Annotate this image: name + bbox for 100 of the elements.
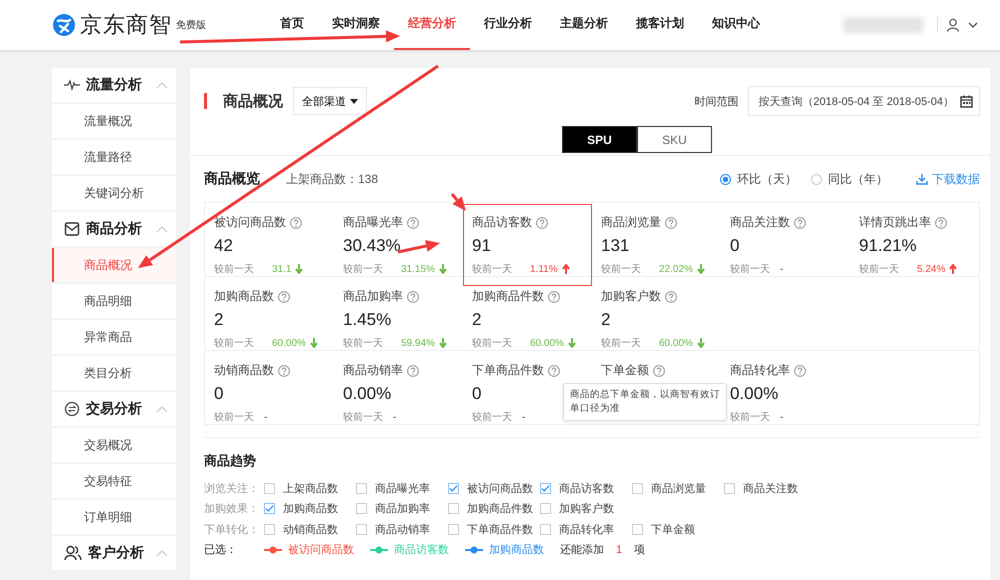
metric-checkbox[interactable]: 加购客户数	[540, 501, 632, 516]
sidebar-item[interactable]: 订单明细	[52, 500, 176, 534]
metric-checkbox[interactable]: 加购商品数	[264, 501, 356, 516]
sidebar-section-header[interactable]: 流量分析	[52, 68, 176, 102]
sidebar-item[interactable]: 关键词分析	[52, 176, 176, 210]
checkbox[interactable]	[540, 503, 551, 514]
metric-checkbox[interactable]: 商品访客数	[540, 480, 632, 496]
metric-label: 加购客户数	[601, 288, 661, 305]
metric-value: 131	[601, 236, 630, 256]
metric-checkbox[interactable]: 商品浏览量	[632, 480, 724, 496]
checkbox[interactable]	[264, 503, 275, 514]
change-value: 31.15%	[401, 264, 435, 274]
compare-label: 较前一天	[601, 336, 641, 350]
metric-checkbox[interactable]: 商品关注数	[724, 480, 816, 496]
checkbox[interactable]	[356, 482, 367, 494]
checkbox[interactable]	[356, 503, 367, 514]
sidebar-section-header[interactable]: 交易分析	[52, 392, 176, 426]
metric-checkbox[interactable]: 商品曝光率	[356, 480, 448, 496]
help-icon[interactable]	[536, 216, 548, 228]
checkbox[interactable]	[448, 503, 459, 514]
checkbox[interactable]	[448, 524, 459, 535]
change-value: -	[780, 412, 784, 422]
nav-tab[interactable]: 首页	[266, 0, 318, 50]
help-icon[interactable]	[548, 290, 560, 302]
down-arrow-icon	[438, 264, 447, 274]
help-icon[interactable]	[278, 364, 290, 376]
metric-checkbox[interactable]: 下单金额	[632, 522, 724, 537]
checkbox[interactable]	[540, 482, 551, 494]
help-icon[interactable]	[794, 364, 806, 376]
checkbox[interactable]	[264, 524, 275, 535]
help-icon[interactable]	[290, 216, 302, 228]
help-icon[interactable]	[407, 216, 419, 228]
view-toggle[interactable]: SKU	[637, 126, 712, 153]
compare-label: 较前一天	[730, 262, 770, 276]
help-icon[interactable]	[407, 290, 419, 302]
metric-checkbox[interactable]: 上架商品数	[264, 480, 356, 496]
sidebar-section-header[interactable]: 商品分析	[52, 212, 176, 246]
sidebar-item[interactable]: 异常商品	[52, 320, 176, 354]
compare-radio[interactable]: 环比（天）	[720, 170, 797, 188]
down-arrow-icon	[696, 264, 705, 274]
sidebar-item[interactable]: 类目分析	[52, 356, 176, 390]
change-value: 59.94%	[401, 338, 435, 348]
help-icon[interactable]	[935, 216, 947, 228]
checkbox[interactable]	[448, 482, 459, 494]
sidebar-item[interactable]: 商品概况	[52, 248, 176, 282]
tooltip: 商品的总下单金额，以商智有效订单口径为准	[563, 383, 727, 421]
metric-checkbox[interactable]: 动销商品数	[264, 522, 356, 537]
view-toggle[interactable]: SPU	[562, 126, 637, 153]
metric-checkbox[interactable]: 下单商品件数	[448, 522, 540, 537]
help-icon[interactable]	[665, 216, 677, 228]
help-icon[interactable]	[407, 364, 419, 376]
sidebar-item[interactable]: 商品明细	[52, 284, 176, 318]
nav-tab[interactable]: 知识中心	[698, 0, 774, 50]
metric-checkbox[interactable]: 商品加购率	[356, 501, 448, 516]
metric-checkbox[interactable]: 商品动销率	[356, 522, 448, 537]
checkbox[interactable]	[632, 482, 643, 494]
metric-value: 2	[214, 310, 224, 330]
date-range-field[interactable]: 按天查询（2018-05-04 至 2018-05-04）	[748, 86, 980, 116]
help-icon[interactable]	[794, 216, 806, 228]
exchange-icon	[64, 401, 80, 417]
nav-tab[interactable]: 揽客计划	[622, 0, 698, 50]
metric-value: 91	[472, 236, 491, 256]
user-icon[interactable]	[946, 18, 960, 32]
help-icon[interactable]	[653, 364, 665, 376]
change-value: 60.00%	[659, 338, 693, 348]
caret-up-icon	[156, 549, 168, 557]
sidebar-item[interactable]: 交易概况	[52, 428, 176, 462]
checkbox[interactable]	[632, 524, 643, 535]
metric-checkbox[interactable]: 被访问商品数	[448, 480, 540, 496]
users-icon	[64, 545, 82, 561]
sidebar-item[interactable]: 交易特征	[52, 464, 176, 498]
compare-radio[interactable]: 同比（年）	[811, 170, 888, 188]
metric-checkbox[interactable]: 商品转化率	[540, 522, 632, 537]
group-label: 加购效果：	[204, 502, 260, 516]
help-icon[interactable]	[278, 290, 290, 302]
caret-down-icon[interactable]	[968, 21, 978, 29]
nav-tab[interactable]: 行业分析	[470, 0, 546, 50]
metric-value: 0	[214, 384, 224, 404]
caret-up-icon	[156, 225, 168, 233]
listed-count: 上架商品数：138	[286, 170, 378, 188]
sidebar-item[interactable]: 流量概况	[52, 104, 176, 138]
checkbox[interactable]	[356, 524, 367, 535]
metric-checkbox[interactable]: 加购商品件数	[448, 501, 540, 516]
metric-label: 加购商品件数	[472, 288, 544, 305]
checkbox[interactable]	[724, 482, 735, 494]
channel-dropdown[interactable]: 全部渠道	[293, 87, 367, 115]
checkbox[interactable]	[264, 482, 275, 494]
compare-label: 较前一天	[214, 336, 254, 350]
sidebar-item[interactable]: 流量路径	[52, 140, 176, 174]
help-icon[interactable]	[548, 364, 560, 376]
nav-tab[interactable]: 实时洞察	[318, 0, 394, 50]
metric-label: 加购商品数	[214, 288, 274, 305]
pulse-icon	[64, 79, 80, 91]
metric-label: 商品关注数	[730, 214, 790, 231]
down-arrow-icon	[310, 338, 318, 348]
nav-tab[interactable]: 主题分析	[546, 0, 622, 50]
sidebar-section-header[interactable]: 客户分析	[52, 536, 176, 570]
help-icon[interactable]	[665, 290, 677, 302]
compare-label: 较前一天	[343, 410, 383, 424]
checkbox[interactable]	[540, 524, 551, 535]
